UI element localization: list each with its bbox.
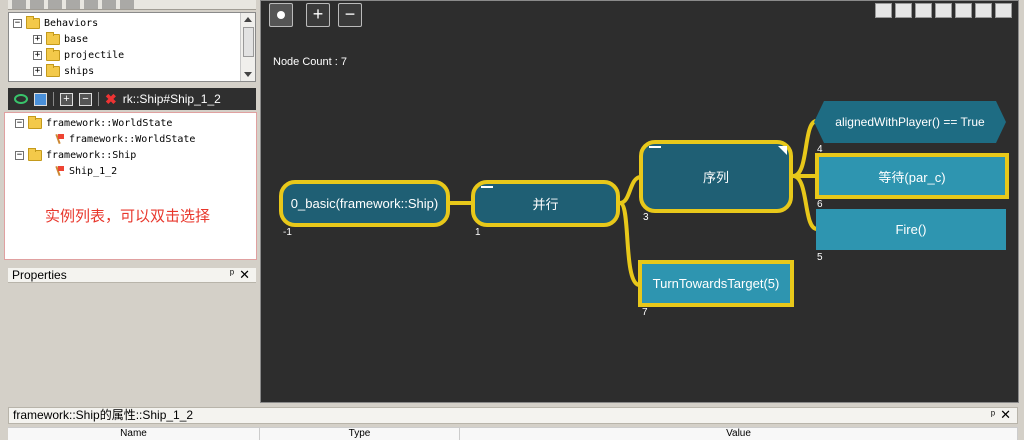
node-index: 3 <box>643 212 649 223</box>
link-sequence-fire <box>791 174 819 231</box>
agent-icon <box>55 166 65 176</box>
node-root[interactable]: 0_basic(framework::Ship) <box>279 180 450 227</box>
tree-item-base[interactable]: + base <box>33 31 88 47</box>
node-label: 0_basic(framework::Ship) <box>290 196 439 211</box>
instance-properties-panel: framework::Ship的属性::Ship_1_2 ᵖ ✕ Name Ty… <box>0 405 1024 440</box>
folder-icon <box>46 63 60 77</box>
tree-item-ships[interactable]: + ships <box>33 63 94 79</box>
expand-icon[interactable]: + <box>33 66 42 76</box>
close-icon[interactable]: ✕ <box>1000 407 1011 422</box>
toolbar-icon[interactable] <box>12 0 26 9</box>
pin-icon[interactable]: ᵖ <box>991 408 995 423</box>
tree-label: Ship_1_2 <box>69 165 118 177</box>
collapse-icon[interactable]: − <box>15 118 24 128</box>
tree-item-ship-instance[interactable]: Ship_1_2 <box>55 163 117 179</box>
tree-label: framework::WorldState <box>69 133 196 145</box>
behavior-tree-canvas[interactable]: + − Node Count : 7 0_basic(framework::Sh… <box>260 0 1019 403</box>
node-index: 7 <box>642 307 648 318</box>
scroll-thumb[interactable] <box>243 27 254 57</box>
link-sequence-condition <box>791 119 818 178</box>
tree-label: framework::WorldState <box>46 117 173 129</box>
node-corner <box>778 146 787 155</box>
grid-icon[interactable] <box>34 92 47 106</box>
column-name[interactable]: Name <box>8 428 260 440</box>
panel-title-bar: framework::Ship的属性::Ship_1_2 ᵖ ✕ <box>8 407 1018 424</box>
node-index: 1 <box>475 227 481 238</box>
node-tick <box>649 146 661 148</box>
tree-item-worldstate[interactable]: − framework::WorldState <box>15 115 172 131</box>
column-value[interactable]: Value <box>460 428 1018 440</box>
node-sequence[interactable]: 序列 <box>639 140 793 213</box>
node-label: 等待(par_c) <box>878 169 946 185</box>
node-label: 序列 <box>702 170 729 185</box>
node-label: TurnTowardsTarget(5) <box>652 276 780 291</box>
scroll-up-icon[interactable] <box>244 17 252 22</box>
expand-icon[interactable]: + <box>33 34 42 44</box>
collapse-all-icon[interactable]: − <box>79 92 92 106</box>
node-index: -1 <box>283 227 292 238</box>
behaviors-toolbar <box>8 0 256 10</box>
tree-label: base <box>64 33 89 45</box>
toolbar-icon[interactable] <box>30 0 44 9</box>
node-label: Fire() <box>895 222 927 237</box>
panel-title: framework::Ship的属性::Ship_1_2 <box>13 408 194 422</box>
collapse-icon[interactable]: − <box>15 150 24 160</box>
properties-title: Properties <box>12 268 67 282</box>
tree-label: projectile <box>64 49 125 61</box>
left-panel: − Behaviors + base + projectile + ships <box>0 0 260 405</box>
node-fire[interactable]: Fire() <box>816 209 1006 250</box>
node-parallel[interactable]: 并行 <box>471 180 620 227</box>
scroll-down-icon[interactable] <box>244 72 252 77</box>
link-parallel-sequence <box>618 175 643 205</box>
tree-label: framework::Ship <box>46 149 137 161</box>
instance-path: rk::Ship#Ship_1_2 <box>122 92 221 106</box>
node-wait[interactable]: 等待(par_c) <box>815 153 1009 199</box>
separator <box>98 92 99 106</box>
vertical-scrollbar[interactable] <box>240 13 255 81</box>
node-label: alignedWithPlayer() == True <box>835 115 985 129</box>
toolbar-icon[interactable] <box>66 0 80 9</box>
instance-hint: 实例列表，可以双击选择 <box>45 208 211 225</box>
toolbar-icon[interactable] <box>120 0 134 9</box>
toolbar-icon[interactable] <box>102 0 116 9</box>
instance-tree: − framework::WorldState framework::World… <box>4 112 257 260</box>
expand-all-icon[interactable]: + <box>60 92 73 106</box>
separator <box>53 92 54 106</box>
node-index: 5 <box>817 252 823 263</box>
tree-label: Behaviors <box>44 17 99 29</box>
properties-header: Properties ᵖ ✕ <box>8 267 256 283</box>
node-turn-towards-target[interactable]: TurnTowardsTarget(5) <box>638 260 794 307</box>
node-condition[interactable]: alignedWithPlayer() == True <box>814 101 1006 143</box>
tree-item-projectile[interactable]: + projectile <box>33 47 124 63</box>
collapse-icon[interactable]: − <box>13 18 22 28</box>
agent-icon <box>55 134 65 144</box>
instance-toolbar: + − ✖ rk::Ship#Ship_1_2 <box>8 88 256 110</box>
tree-item-ship[interactable]: − framework::Ship <box>15 147 136 163</box>
tree-label: ships <box>64 65 95 77</box>
eye-icon[interactable] <box>14 94 28 104</box>
folder-icon <box>28 115 42 129</box>
toolbar-icon[interactable] <box>48 0 62 9</box>
properties-table-header: Name Type Value <box>8 427 1018 440</box>
tree-item-worldstate-instance[interactable]: framework::WorldState <box>55 131 195 147</box>
pin-icon[interactable]: ᵖ <box>230 268 234 280</box>
folder-icon <box>26 15 40 29</box>
column-type[interactable]: Type <box>260 428 460 440</box>
expand-icon[interactable]: + <box>33 50 42 60</box>
close-icon[interactable]: ✕ <box>239 267 250 283</box>
node-label: 并行 <box>532 197 559 212</box>
toolbar-icon[interactable] <box>84 0 98 9</box>
tree-item-behaviors[interactable]: − Behaviors <box>13 15 98 31</box>
properties-body <box>8 283 256 405</box>
folder-icon <box>46 47 60 61</box>
behaviors-tree: − Behaviors + base + projectile + ships <box>8 12 256 82</box>
folder-icon <box>28 147 42 161</box>
node-tick <box>481 186 493 188</box>
delete-icon[interactable]: ✖ <box>105 91 117 108</box>
link-parallel-turn <box>618 201 641 287</box>
folder-icon <box>46 31 60 45</box>
